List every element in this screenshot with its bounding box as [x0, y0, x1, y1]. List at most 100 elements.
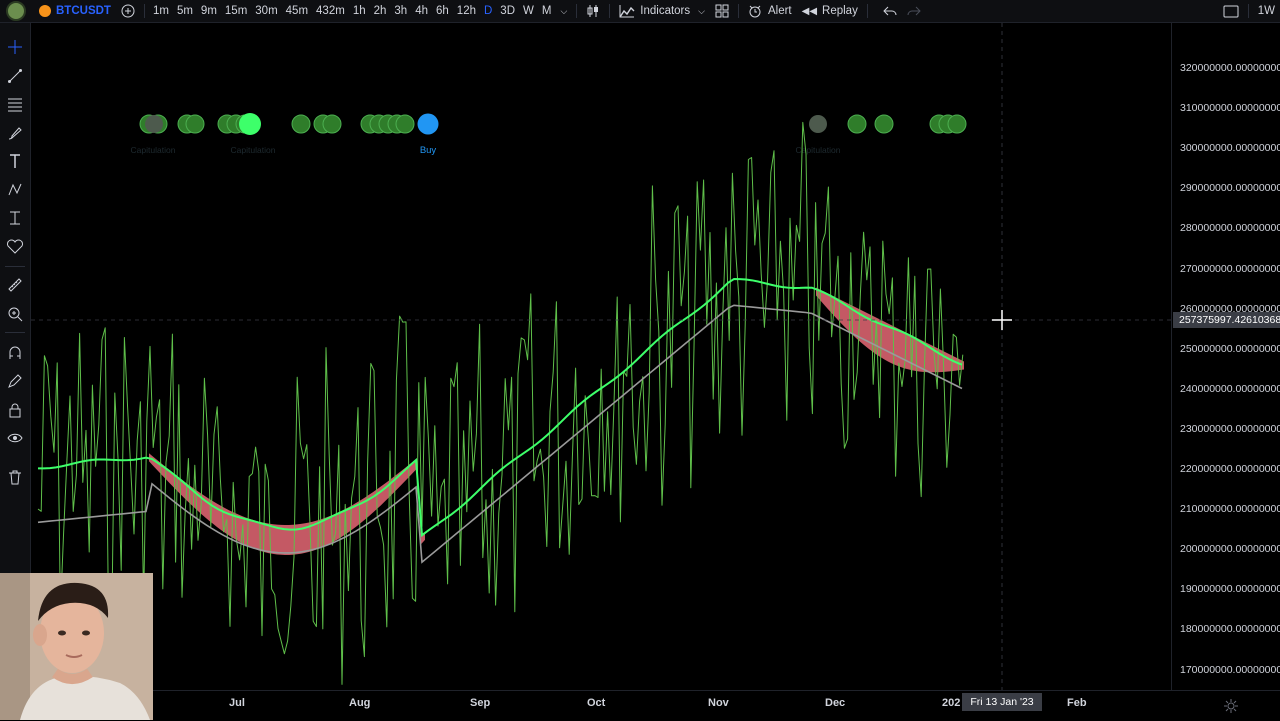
chart-type-button[interactable]: [581, 0, 605, 22]
timeframe-button-30m[interactable]: 30m: [251, 0, 281, 22]
lock-icon: [9, 403, 21, 418]
timeframe-button-m[interactable]: M: [538, 0, 556, 22]
hide-drawings-tool[interactable]: [5, 428, 25, 448]
timeframe-button-2h[interactable]: 2h: [370, 0, 391, 22]
rewind-icon: ◀◀: [801, 5, 818, 17]
chart-pane[interactable]: Capitulation Capitulation Capitulation B…: [31, 23, 1171, 690]
time-tick-label: Oct: [587, 697, 606, 709]
eye-icon: [7, 433, 23, 443]
right-timeframe-button[interactable]: 1W: [1253, 0, 1280, 22]
stay-in-drawing-tool[interactable]: [5, 371, 25, 391]
magnet-tool[interactable]: [5, 343, 25, 363]
chevron-down-icon: ⌵: [698, 5, 705, 16]
oscillator-series-line: [37, 121, 964, 685]
plus-circle-icon: [121, 4, 135, 18]
alert-button[interactable]: Alert: [743, 0, 797, 22]
candles-icon: [587, 5, 599, 17]
settings-gear-icon[interactable]: [1223, 698, 1239, 714]
undo-button[interactable]: [878, 0, 902, 22]
trendline-icon: [8, 69, 22, 83]
redo-icon: [907, 6, 921, 16]
timeframe-button-9m[interactable]: 9m: [197, 0, 221, 22]
time-scale[interactable]: Jul Aug Sep Oct Nov Dec 202 Feb: [31, 690, 1280, 721]
ruler-tool[interactable]: [5, 275, 25, 295]
trash-icon: [9, 470, 21, 485]
timeframe-list: 1m 5m 9m 15m 30m 45m 432m 1h 2h 3h 4h 6h 12h D 3D W M: [149, 0, 556, 22]
crosshair-icon: [8, 40, 22, 54]
timeframe-button-45m[interactable]: 45m: [282, 0, 312, 22]
favorites-tool[interactable]: [5, 237, 25, 257]
timeframe-button-15m[interactable]: 15m: [221, 0, 251, 22]
signal-dots-group-right: [809, 114, 967, 134]
timeframe-button-3d[interactable]: 3D: [496, 0, 519, 22]
price-scale[interactable]: 320000000.00000000 310000000.00000000 3000…: [1171, 23, 1280, 690]
compare-symbol-button[interactable]: [116, 0, 140, 22]
crosshair-price-label: 257375997.42610368: [1173, 312, 1280, 328]
time-tick-label: Dec: [825, 697, 846, 709]
price-tick-label: 320000000.00000000: [1180, 62, 1280, 74]
webcam-person-image: [0, 573, 153, 720]
timeframe-dropdown-button[interactable]: ⌵: [555, 0, 572, 22]
price-tick-label: 180000000.00000000: [1180, 623, 1280, 636]
window-icon: [1223, 5, 1239, 17]
symbol-search-button[interactable]: BTCUSDT: [34, 0, 116, 22]
replay-button[interactable]: ◀◀ Replay: [797, 0, 863, 22]
price-tick-label: 230000000.00000000: [1180, 422, 1280, 435]
drawing-toolbar: [0, 23, 31, 583]
divider: [143, 4, 145, 18]
timeframe-button-6h[interactable]: 6h: [432, 0, 453, 22]
measure-projection-tool[interactable]: [5, 208, 25, 228]
remove-drawings-tool[interactable]: [5, 467, 25, 487]
redo-button[interactable]: [902, 0, 926, 22]
heart-icon: [7, 239, 23, 254]
divider: [5, 332, 25, 333]
indicators-label: Indicators: [640, 5, 691, 17]
symbol-label: BTCUSDT: [56, 5, 111, 17]
divider: [737, 4, 739, 18]
buy-signal-label: Buy: [420, 145, 437, 156]
timeframe-button-d[interactable]: D: [480, 0, 496, 22]
lock-drawings-tool[interactable]: [5, 400, 25, 420]
price-tick-label: 190000000.00000000: [1180, 583, 1280, 596]
signal-dot: [809, 115, 827, 133]
signal-dot: [847, 114, 867, 134]
horizontal-lines-icon: [8, 98, 22, 112]
magnet-icon: [9, 346, 21, 359]
replay-label: Replay: [822, 5, 858, 17]
timeframe-button-432m[interactable]: 432m: [312, 0, 349, 22]
timeframe-button-w[interactable]: W: [519, 0, 538, 22]
price-tick-label: 300000000.00000000: [1180, 142, 1280, 155]
zoom-tool[interactable]: [5, 304, 25, 324]
timeframe-button-5m[interactable]: 5m: [173, 0, 197, 22]
divider: [5, 266, 25, 267]
pattern-tool[interactable]: [5, 180, 25, 200]
brush-tool[interactable]: [5, 123, 25, 143]
pattern-icon: [8, 183, 22, 196]
crosshair-tool[interactable]: [5, 37, 25, 57]
price-tick-label: 170000000.00000000: [1180, 663, 1280, 676]
layouts-button[interactable]: [710, 0, 734, 22]
timeframe-button-1m[interactable]: 1m: [149, 0, 173, 22]
timeframe-button-12h[interactable]: 12h: [453, 0, 480, 22]
fullscreen-button[interactable]: [1218, 0, 1244, 22]
signal-dot: [322, 114, 342, 134]
fib-tool[interactable]: [5, 94, 25, 114]
price-tick-label: 280000000.00000000: [1180, 222, 1280, 235]
price-tick-label: 210000000.00000000: [1180, 503, 1280, 516]
price-tick-label: 200000000.00000000: [1180, 543, 1280, 556]
timeframe-button-1h[interactable]: 1h: [349, 0, 370, 22]
indicators-button[interactable]: Indicators ⌵: [614, 0, 710, 22]
divider: [1247, 4, 1249, 18]
price-tick-label: 290000000.00000000: [1180, 182, 1280, 195]
divider: [609, 4, 611, 18]
timeframe-button-4h[interactable]: 4h: [411, 0, 432, 22]
undo-icon: [883, 6, 897, 16]
crosshair-date-label: Fri 13 Jan '23: [962, 693, 1042, 711]
signal-dot: [874, 114, 894, 134]
text-tool[interactable]: [5, 151, 25, 171]
right-timeframe-label: 1W: [1257, 5, 1275, 17]
timeframe-button-3h[interactable]: 3h: [390, 0, 411, 22]
trendline-tool[interactable]: [5, 66, 25, 86]
text-icon: [10, 154, 20, 168]
profile-avatar[interactable]: [6, 1, 26, 21]
